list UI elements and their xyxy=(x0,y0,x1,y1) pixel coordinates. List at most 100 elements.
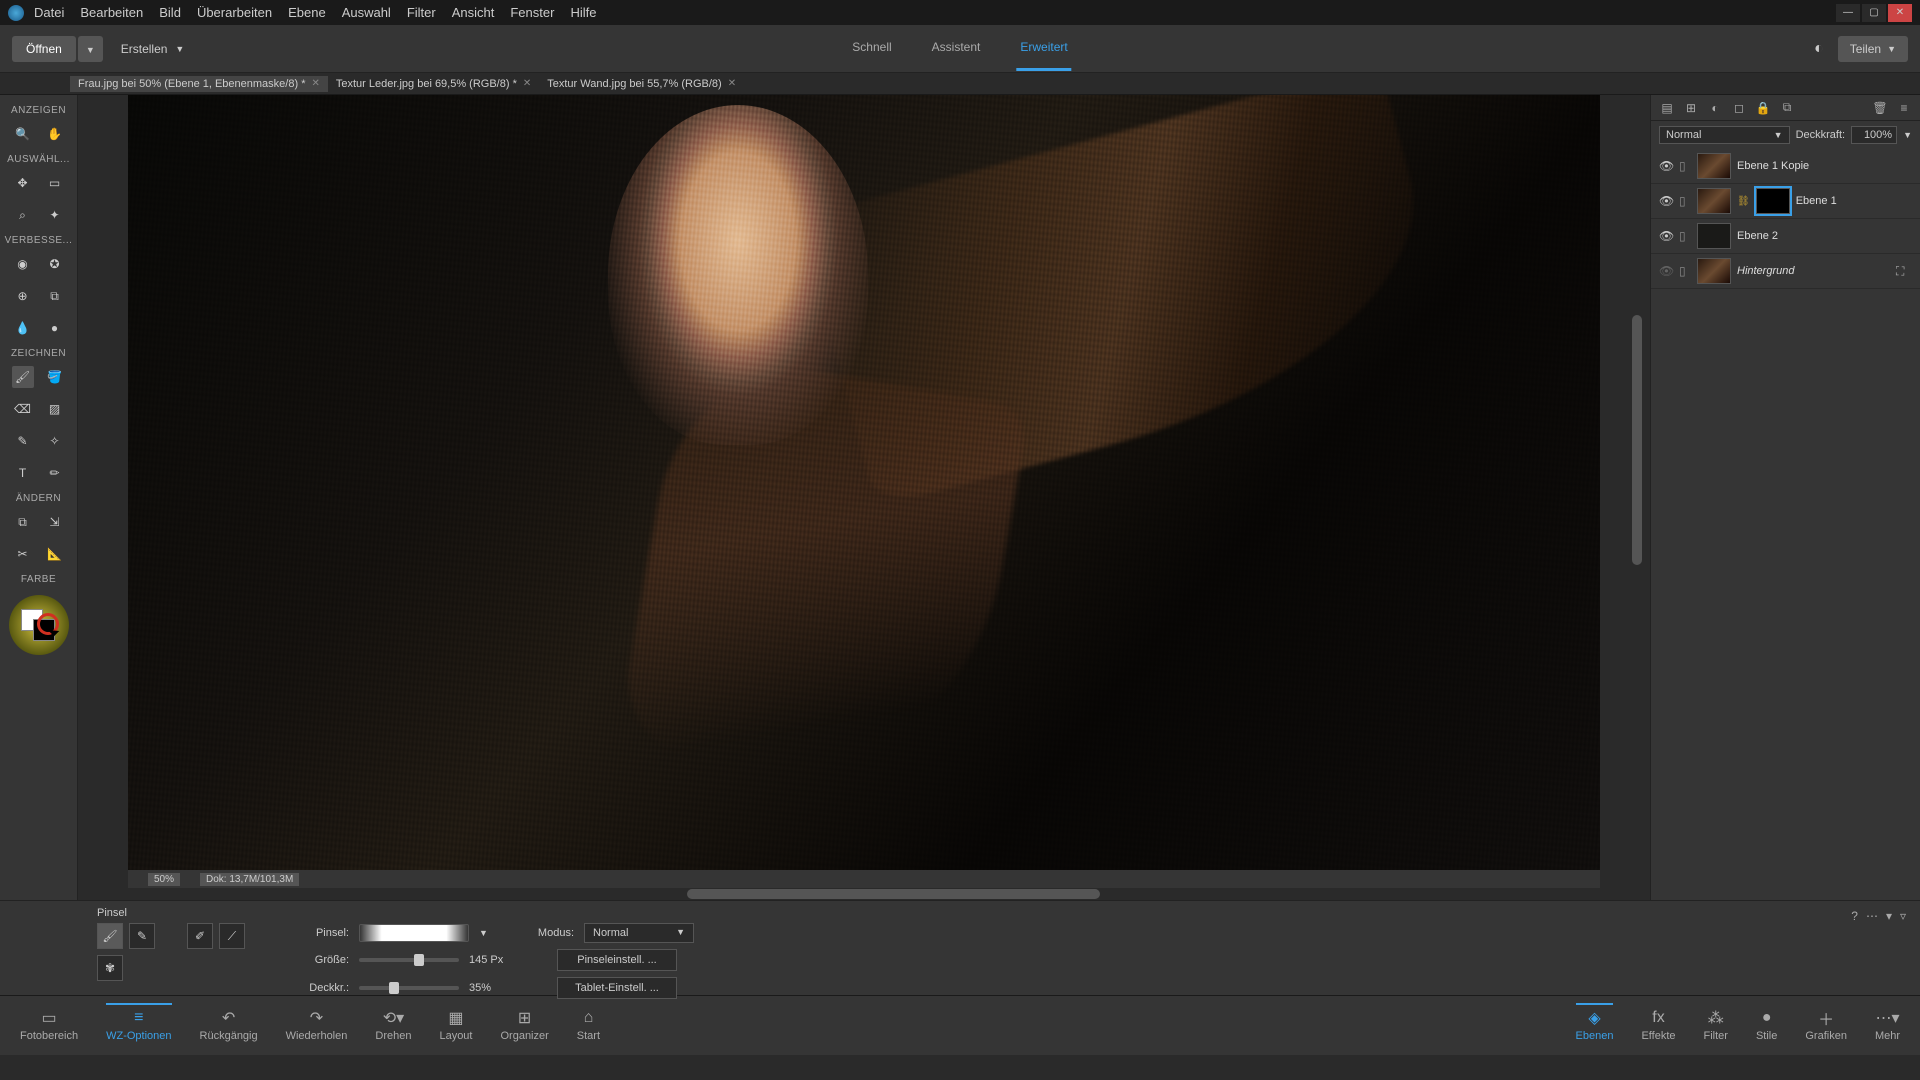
minimize-button[interactable]: — xyxy=(1836,4,1860,22)
brush-settings-button[interactable]: Pinseleinstell. ... xyxy=(557,949,677,971)
mode-assistent[interactable]: Assistent xyxy=(928,26,985,71)
nav-stile[interactable]: ●Stile xyxy=(1756,1009,1777,1042)
brush-variant-2[interactable]: ✎ xyxy=(129,923,155,949)
link-icon[interactable]: ▯ xyxy=(1679,194,1691,208)
link-icon[interactable]: ▯ xyxy=(1679,264,1691,278)
link-icon[interactable]: ▯ xyxy=(1679,229,1691,243)
layer-name[interactable]: Hintergrund xyxy=(1737,265,1794,277)
recompose-tool-icon[interactable]: ⇲ xyxy=(44,511,66,533)
nav-mehr[interactable]: ⋯▾Mehr xyxy=(1875,1009,1900,1042)
layer-name[interactable]: Ebene 2 xyxy=(1737,230,1778,242)
heal-tool-icon[interactable]: ⊕ xyxy=(12,285,34,307)
layer-thumbnail[interactable] xyxy=(1697,258,1731,284)
link-icon[interactable]: ▯ xyxy=(1679,159,1691,173)
whiten-tool-icon[interactable]: ✪ xyxy=(44,253,66,275)
eraser-tool-icon[interactable]: ⌫ xyxy=(12,398,34,420)
lock-icon[interactable]: 🔒 xyxy=(1755,100,1771,116)
brush-dropdown-icon[interactable]: ▼ xyxy=(479,928,488,938)
nav-start[interactable]: ⌂Start xyxy=(577,1009,600,1042)
menu-datei[interactable]: Datei xyxy=(34,5,64,20)
open-dropdown[interactable]: ▼ xyxy=(78,36,103,62)
size-value[interactable]: 145 Px xyxy=(469,954,519,966)
nav-organizer[interactable]: ⊞Organizer xyxy=(500,1009,548,1042)
menu-filter[interactable]: Filter xyxy=(407,5,436,20)
menu-fenster[interactable]: Fenster xyxy=(510,5,554,20)
color-swatches[interactable]: ➤ xyxy=(0,595,77,655)
layer-name[interactable]: Ebene 1 Kopie xyxy=(1737,160,1809,172)
visibility-icon[interactable]: 👁 xyxy=(1659,229,1673,243)
nav-ebenen[interactable]: ◈Ebenen xyxy=(1576,1003,1614,1042)
menu-bearbeiten[interactable]: Bearbeiten xyxy=(80,5,143,20)
document-tab-1[interactable]: Frau.jpg bei 50% (Ebene 1, Ebenenmaske/8… xyxy=(70,76,328,92)
close-button[interactable]: ✕ xyxy=(1888,4,1912,22)
mode-schnell[interactable]: Schnell xyxy=(848,26,895,71)
text-tool-icon[interactable]: T xyxy=(12,462,34,484)
visibility-icon[interactable]: 👁 xyxy=(1659,159,1673,173)
redeye-tool-icon[interactable]: ◉ xyxy=(12,253,34,275)
nav-layout[interactable]: ▦Layout xyxy=(439,1009,472,1042)
trash-icon[interactable]: 🗑 xyxy=(1872,100,1888,116)
close-tab-icon[interactable]: ✕ xyxy=(728,78,736,89)
nav-fotobereich[interactable]: ▭Fotobereich xyxy=(20,1009,78,1042)
marquee-tool-icon[interactable]: ▭ xyxy=(44,172,66,194)
lasso-tool-icon[interactable]: ⌕ xyxy=(12,204,34,226)
menu-auswahl[interactable]: Auswahl xyxy=(342,5,391,20)
hand-tool-icon[interactable]: ✋ xyxy=(44,123,66,145)
layer-thumbnail[interactable] xyxy=(1697,188,1731,214)
size-slider[interactable] xyxy=(359,958,459,962)
options-menu-icon[interactable]: ⋯ xyxy=(1866,909,1878,923)
crop-tool-icon[interactable]: ⧉ xyxy=(12,511,34,533)
shape-tool-icon[interactable]: ✧ xyxy=(44,430,66,452)
visibility-icon[interactable]: 👁 xyxy=(1659,264,1673,278)
document-tab-3[interactable]: Textur Wand.jpg bei 55,7% (RGB/8)✕ xyxy=(539,76,744,92)
layer-row[interactable]: 👁 ▯ Ebene 2 xyxy=(1651,219,1920,254)
opacity-input[interactable]: 100% xyxy=(1851,126,1897,144)
menu-ebene[interactable]: Ebene xyxy=(288,5,326,20)
sponge-tool-icon[interactable]: ● xyxy=(44,317,66,339)
menu-ansicht[interactable]: Ansicht xyxy=(452,5,495,20)
blur-tool-icon[interactable]: 💧 xyxy=(12,317,34,339)
link-layers-icon[interactable]: ⧉ xyxy=(1779,100,1795,116)
theme-toggle-icon[interactable]: ◐ xyxy=(1814,40,1824,58)
opacity-slider[interactable] xyxy=(359,986,459,990)
layer-row[interactable]: 👁 ▯ ⛓ Ebene 1 xyxy=(1651,184,1920,219)
canvas[interactable] xyxy=(128,95,1600,870)
tablet-settings-button[interactable]: Tablet-Einstell. ... xyxy=(557,977,677,999)
document-tab-2[interactable]: Textur Leder.jpg bei 69,5% (RGB/8) *✕ xyxy=(328,76,539,92)
nav-filter[interactable]: ⁂Filter xyxy=(1704,1009,1728,1042)
close-tab-icon[interactable]: ✕ xyxy=(311,78,319,89)
layer-row[interactable]: 👁 ▯ Ebene 1 Kopie xyxy=(1651,149,1920,184)
clone-tool-icon[interactable]: ⧉ xyxy=(44,285,66,307)
brush-variant-3[interactable]: ✐ xyxy=(187,923,213,949)
opacity-dropdown-icon[interactable]: ▼ xyxy=(1903,130,1912,140)
share-button[interactable]: Teilen▼ xyxy=(1838,36,1908,62)
bucket-tool-icon[interactable]: 🪣 xyxy=(44,366,66,388)
vertical-scrollbar[interactable] xyxy=(1632,315,1642,565)
opacity-value[interactable]: 35% xyxy=(469,982,519,994)
panel-menu-icon[interactable]: ≡ xyxy=(1896,100,1912,116)
layer-mask-thumbnail[interactable] xyxy=(1756,188,1790,214)
help-icon[interactable]: ? xyxy=(1851,909,1858,923)
layer-row[interactable]: 👁 ▯ Hintergrund ⛶ xyxy=(1651,254,1920,289)
menu-ueberarbeiten[interactable]: Überarbeiten xyxy=(197,5,272,20)
new-layer-icon[interactable]: ▤ xyxy=(1659,100,1675,116)
brush-variant-5[interactable]: ✾ xyxy=(97,955,123,981)
brush-variant-1[interactable]: 🖌 xyxy=(97,923,123,949)
menu-bild[interactable]: Bild xyxy=(159,5,181,20)
content-move-tool-icon[interactable]: ✂ xyxy=(12,543,34,565)
move-tool-icon[interactable]: ✥ xyxy=(12,172,34,194)
nav-effekte[interactable]: fxEffekte xyxy=(1641,1009,1675,1042)
chevron-down-icon[interactable]: ▾ xyxy=(1886,909,1892,923)
layer-thumbnail[interactable] xyxy=(1697,153,1731,179)
straighten-tool-icon[interactable]: 📐 xyxy=(44,543,66,565)
eyedropper-tool-icon[interactable]: ✎ xyxy=(12,430,34,452)
zoom-tool-icon[interactable]: 🔍 xyxy=(12,123,34,145)
menu-hilfe[interactable]: Hilfe xyxy=(570,5,596,20)
gradient-tool-icon[interactable]: ▨ xyxy=(44,398,66,420)
adjustment-icon[interactable]: ◐ xyxy=(1707,100,1723,116)
brush-preset-picker[interactable] xyxy=(359,924,469,942)
new-group-icon[interactable]: ⊞ xyxy=(1683,100,1699,116)
maximize-button[interactable]: ▢ xyxy=(1862,4,1886,22)
mask-link-icon[interactable]: ⛓ xyxy=(1737,196,1750,207)
create-button[interactable]: Erstellen▼ xyxy=(121,42,185,56)
